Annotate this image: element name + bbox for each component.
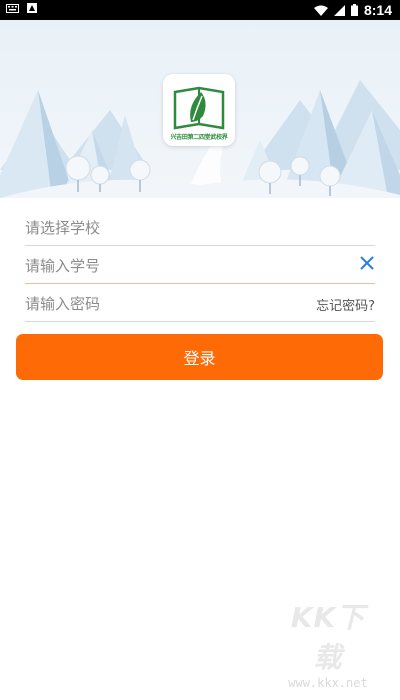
- clock: 8:14: [363, 2, 392, 18]
- school-select-field[interactable]: 请选择学校: [25, 207, 375, 246]
- wifi-icon: [313, 5, 328, 16]
- clear-icon[interactable]: [359, 255, 375, 271]
- watermark-url: www.kkx.net: [288, 676, 368, 690]
- watermark-logo-text: KK下载: [290, 601, 366, 674]
- logo-caption: 兴吉田第二四堂武校界: [170, 134, 228, 141]
- app-notification-icon: [27, 3, 37, 13]
- student-id-field[interactable]: 请输入学号: [25, 245, 375, 284]
- school-select-placeholder: 请选择学校: [25, 219, 101, 237]
- school-logo: 兴吉田第二四堂武校界: [163, 74, 235, 146]
- password-placeholder: 请输入密码: [25, 295, 101, 313]
- keyboard-icon: [6, 3, 19, 13]
- student-id-placeholder: 请输入学号: [25, 257, 101, 275]
- status-bar: 8:14: [0, 0, 400, 20]
- password-field[interactable]: 请输入密码 忘记密码?: [25, 283, 375, 322]
- header-banner: 兴吉田第二四堂武校界: [0, 20, 400, 198]
- login-button[interactable]: 登录: [16, 334, 383, 380]
- book-leaf-logo-icon: [173, 86, 225, 130]
- battery-icon: [350, 4, 358, 16]
- signal-icon: [333, 4, 345, 16]
- forgot-password-link[interactable]: 忘记密码?: [316, 295, 375, 314]
- watermark: KK下载 www.kkx.net: [280, 596, 376, 690]
